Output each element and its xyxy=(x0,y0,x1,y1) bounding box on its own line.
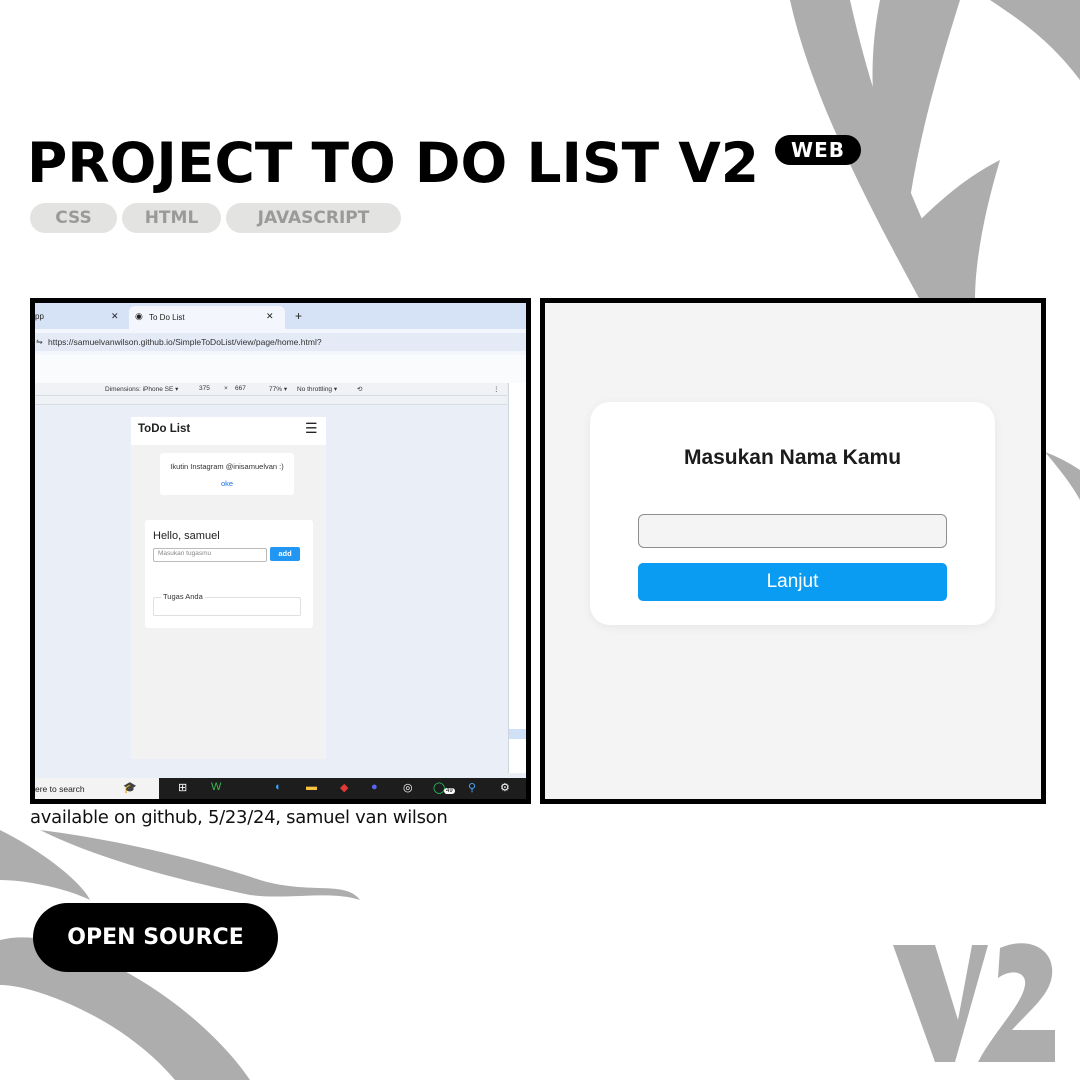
hamburger-menu-icon[interactable]: ☰ xyxy=(305,420,318,437)
tag-javascript: JAVASCRIPT xyxy=(226,203,401,233)
popup-ok-button[interactable]: oke xyxy=(160,479,294,488)
folder-icon[interactable]: ▬ xyxy=(306,781,317,793)
address-bar[interactable]: ⇋ https://samuelvanwilson.github.io/Simp… xyxy=(35,333,526,351)
ruler-bar xyxy=(35,396,507,405)
add-task-button[interactable]: add xyxy=(270,547,300,561)
name-entry-card: Masukan Nama Kamu Lanjut xyxy=(590,402,995,625)
device-toolbar: Dimensions: iPhone SE ▾ 375 × 667 77% ▾ … xyxy=(35,383,507,396)
tag-css: CSS xyxy=(30,203,117,233)
whatsapp-badge: 49 xyxy=(444,788,455,794)
continue-button[interactable]: Lanjut xyxy=(638,563,947,601)
devtools-selected-row xyxy=(509,729,526,739)
task-card: Hello, samuel Masukan tugasmu add Tugas … xyxy=(145,520,313,628)
task-input-placeholder: Masukan tugasmu xyxy=(158,550,212,557)
device-width[interactable]: 375 xyxy=(199,385,210,392)
open-source-button[interactable]: OPEN SOURCE xyxy=(33,903,278,972)
browser-tab-bar: pp ✕ ◉ To Do List ✕ + xyxy=(35,303,526,329)
new-tab-icon[interactable]: + xyxy=(295,309,302,323)
tech-tags: CSS HTML JAVASCRIPT xyxy=(30,203,401,233)
throttling-select[interactable]: No throttling ▾ xyxy=(297,385,337,393)
graduation-cap-icon: 🎓 xyxy=(123,782,137,794)
address-bar-area: ⇋ https://samuelvanwilson.github.io/Simp… xyxy=(35,329,526,355)
instagram-popup: Ikutin Instagram @inisamuelvan :) oke xyxy=(160,453,294,495)
task-view-icon[interactable]: ⊞ xyxy=(178,781,187,794)
name-input[interactable] xyxy=(638,514,947,548)
device-height[interactable]: 667 xyxy=(235,385,246,392)
app-header: ToDo List ☰ xyxy=(131,417,326,445)
rotate-icon[interactable]: ⟲ xyxy=(357,385,362,393)
search-icon[interactable]: ⚲ xyxy=(468,781,476,794)
globe-icon: ◉ xyxy=(135,311,143,321)
devtools-panel xyxy=(508,383,526,773)
device-dimensions-select[interactable]: Dimensions: iPhone SE ▾ xyxy=(105,385,178,393)
taskbar-search[interactable]: ere to search xyxy=(35,778,159,799)
app-title: ToDo List xyxy=(138,423,191,435)
edge-icon[interactable]: ◐ xyxy=(275,781,282,793)
claw-stroke-3 xyxy=(990,0,1080,80)
red-app-icon[interactable]: ◆ xyxy=(340,781,348,794)
w-app-icon[interactable]: W xyxy=(211,781,221,793)
zoom-select[interactable]: 77% ▾ xyxy=(269,385,287,393)
windows-taskbar: ere to search 🎓 ⊞ W ◐ ▬ ◆ ● ◎ ◯ 49 ⚲ ⚙ xyxy=(35,778,526,799)
tag-html: HTML xyxy=(122,203,221,233)
close-icon[interactable]: ✕ xyxy=(266,311,274,322)
gear-icon[interactable]: ⚙ xyxy=(500,781,510,794)
browser-screenshot: pp ✕ ◉ To Do List ✕ + ⇋ https://samuelva… xyxy=(30,298,531,804)
github-icon[interactable]: ◎ xyxy=(403,781,413,794)
browser-tab-todo[interactable]: ◉ To Do List ✕ xyxy=(129,306,285,329)
tab-2-label: To Do List xyxy=(149,313,185,322)
name-entry-title: Masukan Nama Kamu xyxy=(683,446,902,469)
tab-1-label: pp xyxy=(35,312,44,321)
claw-stroke-2 xyxy=(872,0,1000,300)
page-title: PROJECT TO DO LIST V2 xyxy=(27,131,760,195)
bookmarks-strip xyxy=(35,355,526,383)
close-icon[interactable]: ✕ xyxy=(111,311,119,322)
name-entry-screenshot: Masukan Nama Kamu Lanjut xyxy=(540,298,1046,804)
claw-stroke-4 xyxy=(1045,452,1080,500)
task-list-label: Tugas Anda xyxy=(161,592,205,601)
browser-tab-1[interactable]: pp ✕ xyxy=(35,308,125,328)
discord-icon[interactable]: ● xyxy=(371,781,378,793)
url-text: https://samuelvanwilson.github.io/Simple… xyxy=(48,337,322,347)
sweep-stroke-edge xyxy=(0,830,90,900)
sweep-stroke-top xyxy=(40,830,360,900)
caption: available on github, 5/23/24, samuel van… xyxy=(30,807,448,828)
site-settings-icon[interactable]: ⇋ xyxy=(36,337,43,346)
emulated-phone-viewport: ToDo List ☰ Ikutin Instagram @inisamuelv… xyxy=(131,417,326,759)
taskbar-search-text: ere to search xyxy=(35,784,85,794)
v2-logo xyxy=(893,943,1055,1062)
task-input[interactable]: Masukan tugasmu xyxy=(153,548,267,562)
greeting-text: Hello, samuel xyxy=(153,530,220,542)
web-badge: WEB xyxy=(775,135,861,165)
dimension-times: × xyxy=(224,385,228,392)
more-options-icon[interactable]: ⋮ xyxy=(493,385,500,393)
popup-message: Ikutin Instagram @inisamuelvan :) xyxy=(170,462,284,471)
